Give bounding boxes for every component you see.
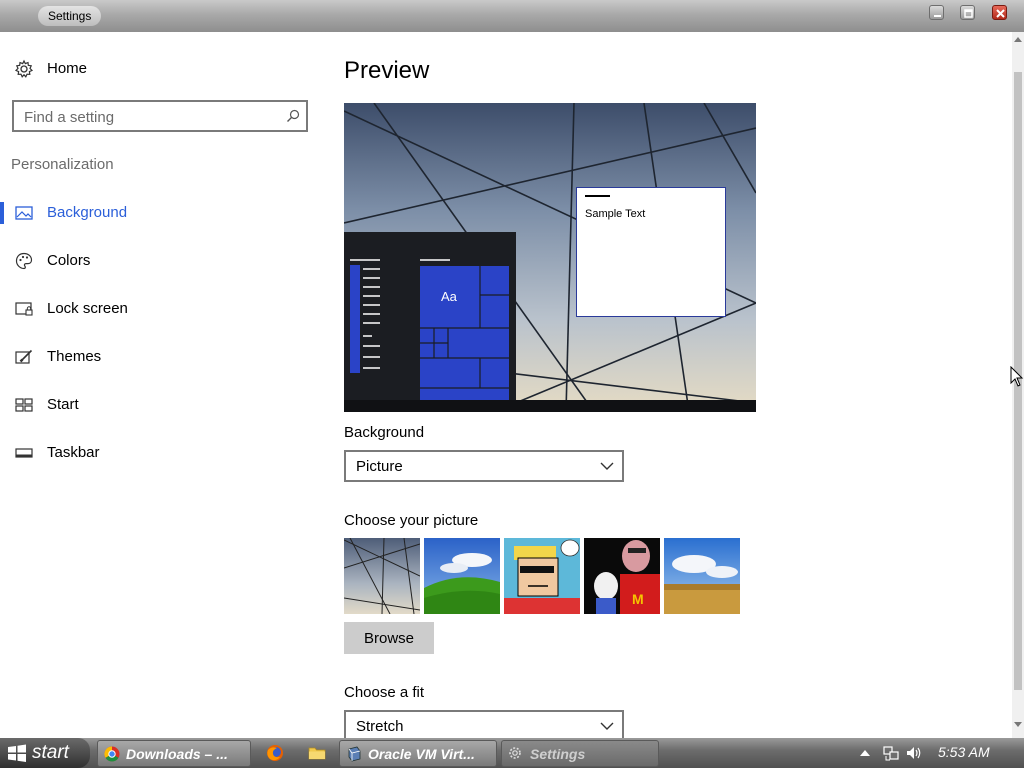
sidebar-item-taskbar[interactable]: Taskbar [0, 433, 320, 473]
system-tray: 5:53 AM [858, 738, 1024, 768]
picture-thumbnail[interactable] [664, 538, 740, 614]
sidebar-item-colors[interactable]: Colors [0, 241, 320, 281]
minimize-button[interactable] [929, 5, 944, 20]
taskbar-item-virtualbox[interactable]: Oracle VM Virt... [339, 740, 497, 767]
clock[interactable]: 5:53 AM [938, 744, 990, 760]
maximize-button[interactable] [960, 5, 975, 20]
taskbar-item-label: Settings [530, 746, 586, 762]
sidebar-item-themes[interactable]: Themes [0, 337, 320, 377]
tile-text: Aa [441, 289, 457, 304]
volume-icon[interactable] [905, 744, 923, 762]
browse-button[interactable]: Browse [344, 622, 434, 654]
chrome-icon [104, 746, 120, 762]
sample-text: Sample Text [585, 208, 646, 220]
gear-icon [509, 747, 521, 759]
page-title: Preview [344, 57, 430, 84]
home-label: Home [47, 60, 88, 77]
taskbar-item-downloads[interactable]: Downloads – ... [97, 740, 251, 767]
chevron-down-icon [600, 722, 614, 730]
image-icon [15, 206, 33, 220]
home-link[interactable]: Home [0, 49, 320, 89]
windows-logo-icon [8, 744, 26, 762]
fit-dropdown-value: Stretch [356, 718, 404, 735]
sidebar-item-label: Themes [47, 348, 102, 365]
scroll-down-arrow-icon[interactable] [1014, 722, 1022, 728]
search-icon[interactable] [286, 109, 300, 123]
chevron-down-icon [600, 462, 614, 470]
start-tiles-icon [15, 398, 33, 412]
picture-thumbnail[interactable]: M [584, 538, 660, 614]
sidebar-item-label: Lock screen [47, 300, 128, 317]
window-title: Settings [38, 6, 102, 26]
section-title: Personalization [11, 156, 114, 173]
mouse-cursor-icon [1010, 366, 1024, 387]
gear-icon [14, 59, 34, 78]
scroll-up-arrow-icon[interactable] [1014, 36, 1022, 42]
folder-icon[interactable] [308, 744, 326, 762]
sample-window: Sample Text [576, 187, 726, 317]
picture-thumbnail[interactable] [424, 538, 500, 614]
taskbar-item-label: Downloads – ... [126, 746, 228, 762]
lock-screen-icon [15, 302, 33, 316]
taskbar-icon [15, 448, 33, 458]
brush-icon [15, 349, 33, 364]
sidebar-item-label: Start [47, 396, 79, 413]
picture-thumbnail[interactable] [504, 538, 580, 614]
taskbar-item-settings[interactable]: Settings [501, 740, 659, 767]
sidebar-item-label: Colors [47, 252, 91, 269]
taskbar-item-label: Oracle VM Virt... [368, 746, 475, 762]
close-button[interactable] [992, 5, 1007, 20]
title-bar: Settings [0, 0, 1024, 32]
background-dropdown-value: Picture [356, 458, 403, 475]
sidebar-item-label: Background [47, 204, 128, 221]
palette-icon [15, 252, 33, 270]
sample-window-bar [585, 195, 610, 197]
fit-label: Choose a fit [344, 684, 425, 701]
sidebar-item-label: Taskbar [47, 444, 100, 461]
search-box[interactable] [12, 100, 308, 132]
network-icon[interactable] [882, 744, 900, 762]
background-dropdown[interactable]: Picture [344, 450, 624, 482]
picture-thumbnail[interactable] [344, 538, 420, 614]
sidebar-item-lock-screen[interactable]: Lock screen [0, 289, 320, 329]
start-label: start [32, 742, 69, 763]
taskbar: start Downloads – ... Oracle VM Virt... [0, 738, 1024, 768]
show-hidden-icons-icon[interactable] [860, 749, 870, 756]
svg-text:M: M [632, 591, 644, 607]
choose-picture-label: Choose your picture [344, 512, 479, 529]
sidebar-item-background[interactable]: Background [0, 193, 320, 233]
background-label: Background [344, 424, 425, 441]
search-input[interactable] [24, 108, 274, 126]
sidebar-item-start[interactable]: Start [0, 385, 320, 425]
start-button[interactable]: start [0, 738, 90, 768]
fit-dropdown[interactable]: Stretch [344, 710, 624, 738]
firefox-icon[interactable] [266, 744, 284, 762]
virtualbox-icon [348, 746, 361, 762]
background-preview: Aa Sample Text [344, 103, 756, 412]
